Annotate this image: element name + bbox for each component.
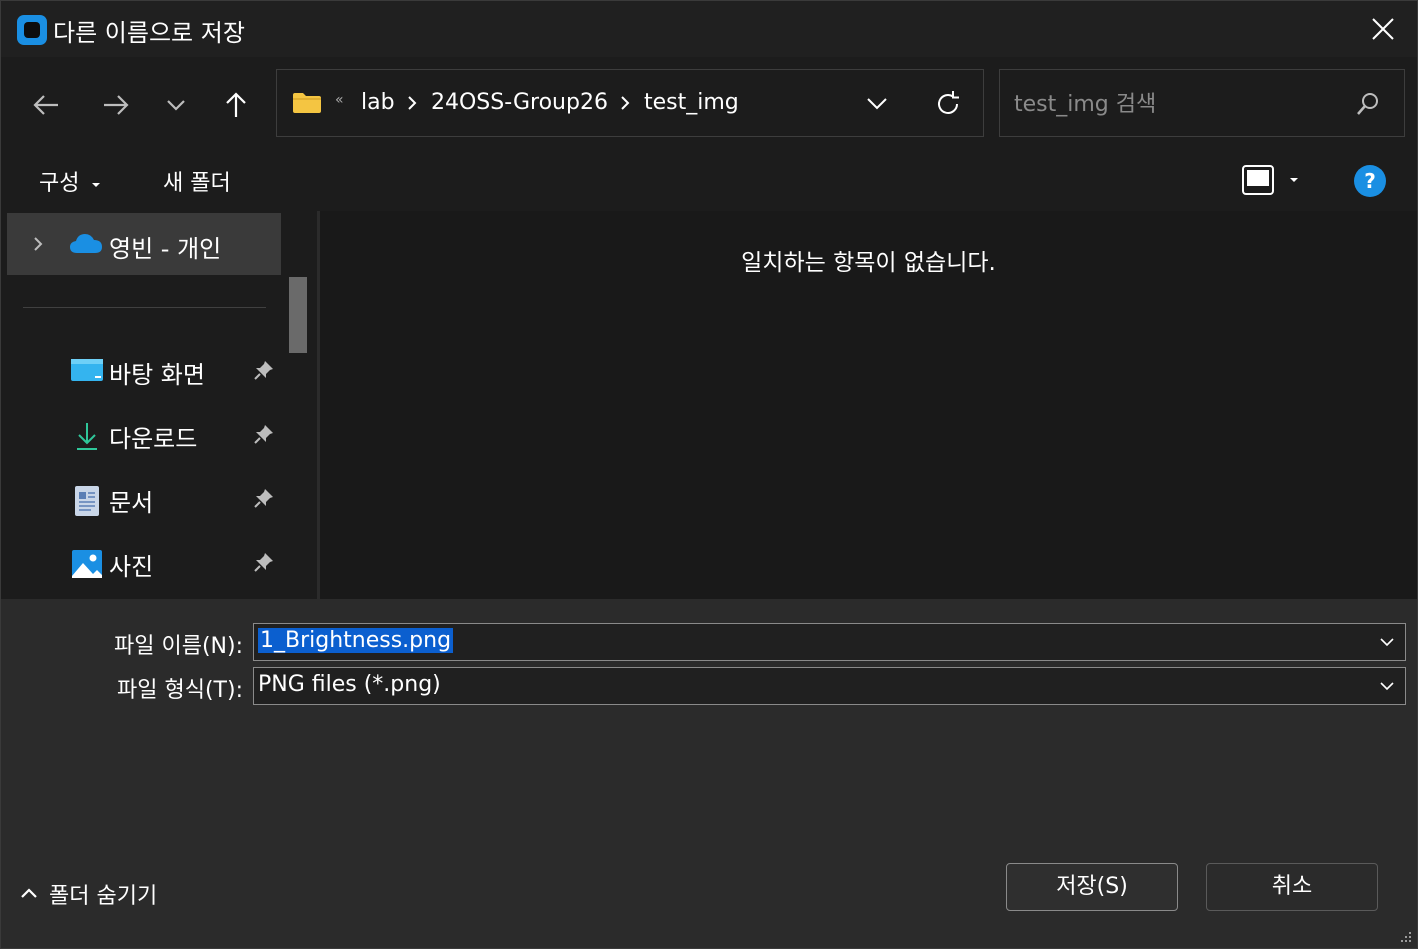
breadcrumb-overflow[interactable]: « bbox=[335, 92, 344, 108]
resize-grip-icon[interactable] bbox=[1397, 928, 1413, 944]
onedrive-cloud-icon bbox=[70, 234, 102, 253]
documents-icon bbox=[75, 486, 99, 516]
download-icon bbox=[77, 423, 97, 450]
search-input[interactable] bbox=[1012, 86, 1346, 122]
pin-icon[interactable] bbox=[253, 551, 275, 573]
back-button[interactable] bbox=[26, 85, 66, 125]
arrow-right-icon bbox=[104, 95, 129, 115]
sidebar-item-onedrive[interactable]: 영빈 - 개인 bbox=[7, 213, 281, 275]
close-button[interactable] bbox=[1359, 9, 1407, 49]
filetype-label: 파일 형식(T): bbox=[117, 678, 243, 703]
organize-button[interactable]: 구성 bbox=[39, 165, 102, 197]
command-bar: 구성 새 폴더 ? bbox=[1, 150, 1417, 211]
sidebar-item-label: 다운로드 bbox=[109, 425, 198, 453]
chevron-right-icon[interactable] bbox=[405, 94, 419, 112]
sidebar-item-label: 바탕 화면 bbox=[109, 361, 205, 389]
caret-down-icon[interactable] bbox=[1288, 175, 1300, 185]
sidebar-item-label: 사진 bbox=[109, 553, 154, 581]
view-mode-icon[interactable] bbox=[1241, 164, 1275, 196]
arrow-left-icon bbox=[33, 95, 58, 115]
divider bbox=[23, 307, 266, 308]
recent-locations-button[interactable] bbox=[156, 85, 196, 125]
save-panel: 파일 이름(N): 1_Brightness.png 파일 형식(T): PNG… bbox=[1, 599, 1417, 948]
save-button[interactable]: 저장(S) bbox=[1006, 863, 1178, 911]
chevron-down-icon[interactable] bbox=[1379, 680, 1395, 692]
title-bar: 다른 이름으로 저장 bbox=[1, 1, 1417, 57]
sidebar-item-downloads[interactable]: 다운로드 bbox=[1, 409, 281, 461]
sidebar-item-documents[interactable]: 문서 bbox=[1, 473, 281, 525]
close-icon bbox=[1372, 18, 1394, 40]
chevron-right-icon[interactable] bbox=[31, 235, 45, 253]
pin-icon[interactable] bbox=[253, 487, 275, 509]
organize-label: 구성 bbox=[39, 171, 80, 196]
sidebar-item-desktop[interactable]: 바탕 화면 bbox=[1, 345, 281, 397]
scrollbar-thumb[interactable] bbox=[289, 277, 307, 353]
desktop-icon bbox=[71, 359, 103, 381]
new-folder-button[interactable]: 새 폴더 bbox=[163, 165, 231, 197]
dialog-title: 다른 이름으로 저장 bbox=[53, 19, 245, 47]
pin-icon[interactable] bbox=[253, 423, 275, 445]
refresh-icon[interactable] bbox=[934, 90, 962, 118]
search-box[interactable] bbox=[999, 69, 1405, 137]
address-bar[interactable]: « lab 24OSS-Group26 test_img bbox=[276, 69, 984, 137]
sidebar-item-label: 문서 bbox=[109, 489, 154, 517]
filename-field[interactable]: 1_Brightness.png bbox=[253, 623, 1406, 661]
address-dropdown-icon[interactable] bbox=[865, 92, 889, 116]
breadcrumb-test-img[interactable]: test_img bbox=[644, 90, 739, 115]
chevron-down-icon bbox=[167, 100, 185, 111]
breadcrumb-lab[interactable]: lab bbox=[361, 90, 395, 115]
navigation-pane: 영빈 - 개인 바탕 화면 다운로드 문서 사진 bbox=[1, 211, 317, 599]
breadcrumb-24oss-group26[interactable]: 24OSS-Group26 bbox=[431, 90, 608, 115]
chevron-up-icon bbox=[21, 888, 37, 898]
up-button[interactable] bbox=[216, 85, 256, 125]
file-list[interactable]: 일치하는 항목이 없습니다. bbox=[320, 211, 1417, 599]
navigation-bar: « lab 24OSS-Group26 test_img bbox=[1, 57, 1417, 150]
hide-folders-button[interactable]: 폴더 숨기기 bbox=[19, 878, 219, 909]
app-icon bbox=[17, 15, 47, 45]
help-icon[interactable]: ? bbox=[1354, 165, 1386, 197]
chevron-down-icon[interactable] bbox=[1379, 636, 1395, 648]
forward-button[interactable] bbox=[96, 85, 136, 125]
filename-label: 파일 이름(N): bbox=[114, 634, 243, 659]
save-as-dialog: 다른 이름으로 저장 « lab 24OSS-Group26 test_img … bbox=[0, 0, 1418, 949]
sidebar-item-label: 영빈 - 개인 bbox=[109, 235, 222, 263]
empty-message: 일치하는 항목이 없습니다. bbox=[741, 250, 996, 276]
folder-icon bbox=[293, 93, 321, 113]
pictures-icon bbox=[72, 550, 102, 578]
filetype-value: PNG files (*.png) bbox=[258, 672, 441, 697]
sidebar-item-pictures[interactable]: 사진 bbox=[1, 537, 281, 589]
pin-icon[interactable] bbox=[253, 359, 275, 381]
filename-value[interactable]: 1_Brightness.png bbox=[258, 628, 454, 653]
caret-down-icon bbox=[92, 183, 101, 187]
search-icon[interactable] bbox=[1356, 92, 1380, 116]
arrow-up-icon bbox=[226, 92, 246, 117]
chevron-right-icon[interactable] bbox=[618, 94, 632, 112]
hide-folders-label: 폴더 숨기기 bbox=[49, 884, 158, 909]
filetype-select[interactable]: PNG files (*.png) bbox=[253, 667, 1406, 705]
cancel-button[interactable]: 취소 bbox=[1206, 863, 1378, 911]
